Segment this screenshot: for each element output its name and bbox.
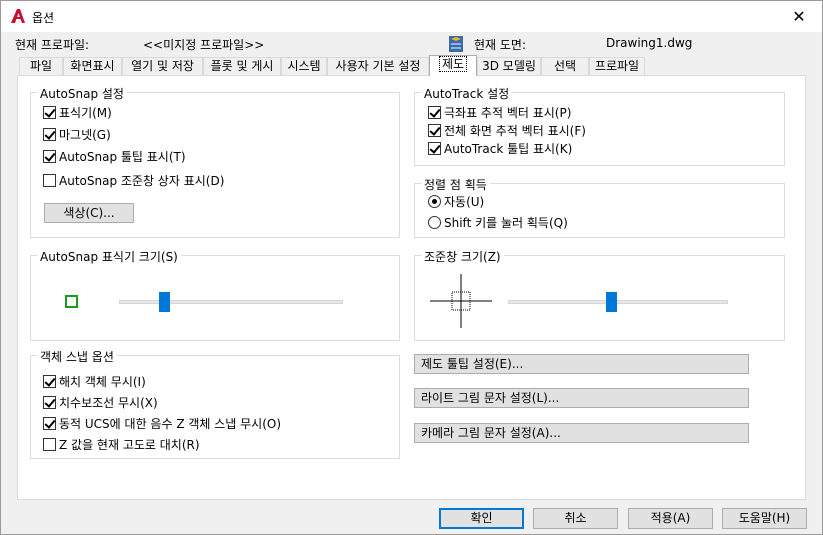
aperture-crosshair-icon bbox=[430, 274, 492, 328]
aperture-size-group: 조준창 크기(Z) bbox=[414, 248, 785, 341]
tab-display[interactable]: 화면표시 bbox=[63, 57, 122, 75]
shift-acquire-radio[interactable]: Shift 키를 눌러 획득(Q) bbox=[428, 216, 568, 232]
replace-z-checkbox[interactable]: Z 값을 현재 고도로 대치(R) bbox=[43, 438, 200, 454]
colors-button[interactable]: 색상(C)... bbox=[44, 203, 134, 223]
ignore-negative-z-checkbox[interactable]: 동적 UCS에 대한 음수 Z 객체 스냅 무시(O) bbox=[43, 417, 281, 433]
tab-files[interactable]: 파일 bbox=[19, 57, 63, 75]
checkbox-icon[interactable] bbox=[43, 106, 56, 119]
apply-button[interactable]: 적용(A) bbox=[628, 508, 713, 529]
alignment-acquisition-title: 정렬 점 획득 bbox=[421, 176, 490, 193]
help-button[interactable]: 도움말(H) bbox=[722, 508, 807, 529]
magnet-checkbox[interactable]: 마그넷(G) bbox=[43, 128, 111, 144]
autosnap-tooltip-checkbox[interactable]: AutoSnap 툴팁 표시(T) bbox=[43, 150, 186, 166]
marker-size-slider-thumb[interactable] bbox=[158, 292, 170, 312]
tab-system[interactable]: 시스템 bbox=[281, 57, 327, 75]
tab-profiles[interactable]: 프로파일 bbox=[589, 57, 645, 75]
tab-plot-publish[interactable]: 플롯 및 게시 bbox=[203, 57, 281, 75]
checkbox-icon[interactable] bbox=[428, 106, 441, 119]
window-title: 옵션 bbox=[32, 11, 55, 25]
aperture-box-checkbox[interactable]: AutoSnap 조준창 상자 표시(D) bbox=[43, 174, 224, 190]
checkbox-icon[interactable] bbox=[428, 124, 441, 137]
autotrack-settings-group: AutoTrack 설정 극좌표 추적 벡터 표시(P) 전체 화면 추적 벡터… bbox=[414, 85, 785, 166]
close-button[interactable]: ✕ bbox=[776, 1, 822, 32]
current-drawing-label: 현재 도면: bbox=[474, 38, 527, 52]
drawing-file-icon bbox=[449, 36, 463, 52]
tab-open-save[interactable]: 열기 및 저장 bbox=[122, 57, 203, 75]
cancel-button[interactable]: 취소 bbox=[533, 508, 618, 529]
radio-icon[interactable] bbox=[428, 216, 441, 229]
tab-user-preferences[interactable]: 사용자 기본 설정 bbox=[327, 57, 429, 75]
radio-icon[interactable] bbox=[428, 195, 441, 208]
current-profile-label: 현재 프로파일: bbox=[15, 38, 90, 52]
autotrack-tooltip-checkbox[interactable]: AutoTrack 툴팁 표시(K) bbox=[428, 142, 572, 158]
checkbox-icon[interactable] bbox=[43, 396, 56, 409]
marker-preview-icon bbox=[65, 295, 78, 308]
marker-size-group: AutoSnap 표식기 크기(S) bbox=[30, 248, 400, 341]
autosnap-settings-group: AutoSnap 설정 표식기(M) 마그넷(G) AutoSnap 툴팁 표시… bbox=[30, 85, 400, 238]
ignore-hatch-checkbox[interactable]: 해치 객체 무시(I) bbox=[43, 375, 146, 391]
marker-size-title: AutoSnap 표식기 크기(S) bbox=[37, 248, 181, 265]
object-snap-options-group: 객체 스냅 옵션 해치 객체 무시(I) 치수보조선 무시(X) 동적 UCS에… bbox=[30, 348, 400, 459]
checkbox-icon[interactable] bbox=[43, 174, 56, 187]
marker-checkbox[interactable]: 표식기(M) bbox=[43, 106, 112, 122]
tab-selection[interactable]: 선택 bbox=[541, 57, 589, 75]
tab-drafting[interactable]: 제도 bbox=[429, 55, 477, 76]
options-dialog: 옵션 ✕ 현재 프로파일: <<미지정 프로파일>> 현재 도면: Drawin… bbox=[0, 0, 823, 535]
aperture-size-slider-track[interactable] bbox=[508, 300, 728, 304]
marker-size-slider-track[interactable] bbox=[119, 300, 343, 304]
checkbox-icon[interactable] bbox=[43, 438, 56, 451]
alignment-acquisition-group: 정렬 점 획득 자동(U) Shift 키를 눌러 획득(Q) bbox=[414, 176, 785, 238]
current-profile-value: <<미지정 프로파일>> bbox=[143, 38, 265, 52]
fullscreen-vector-checkbox[interactable]: 전체 화면 추적 벡터 표시(F) bbox=[428, 124, 586, 140]
camera-glyph-settings-button[interactable]: 카메라 그림 문자 설정(A)... bbox=[414, 423, 749, 443]
autosnap-settings-title: AutoSnap 설정 bbox=[37, 85, 127, 102]
polar-vector-checkbox[interactable]: 극좌표 추적 벡터 표시(P) bbox=[428, 106, 571, 122]
aperture-size-slider-thumb[interactable] bbox=[606, 292, 618, 312]
ignore-dimension-checkbox[interactable]: 치수보조선 무시(X) bbox=[43, 396, 158, 412]
checkbox-icon[interactable] bbox=[43, 417, 56, 430]
autocad-logo-icon bbox=[11, 9, 25, 23]
tab-3d-modeling[interactable]: 3D 모델링 bbox=[477, 57, 541, 75]
checkbox-icon[interactable] bbox=[43, 128, 56, 141]
automatic-radio[interactable]: 자동(U) bbox=[428, 195, 484, 211]
checkbox-icon[interactable] bbox=[43, 375, 56, 388]
aperture-size-title: 조준창 크기(Z) bbox=[421, 248, 504, 265]
checkbox-icon[interactable] bbox=[43, 150, 56, 163]
light-glyph-settings-button[interactable]: 라이트 그림 문자 설정(L)... bbox=[414, 388, 749, 408]
ok-button[interactable]: 확인 bbox=[439, 508, 524, 529]
object-snap-options-title: 객체 스냅 옵션 bbox=[37, 348, 117, 365]
checkbox-icon[interactable] bbox=[428, 142, 441, 155]
title-bar: 옵션 ✕ bbox=[1, 1, 822, 32]
drafting-tooltip-settings-button[interactable]: 제도 툴팁 설정(E)... bbox=[414, 354, 749, 374]
current-drawing-value: Drawing1.dwg bbox=[606, 36, 693, 50]
autotrack-settings-title: AutoTrack 설정 bbox=[421, 85, 513, 102]
